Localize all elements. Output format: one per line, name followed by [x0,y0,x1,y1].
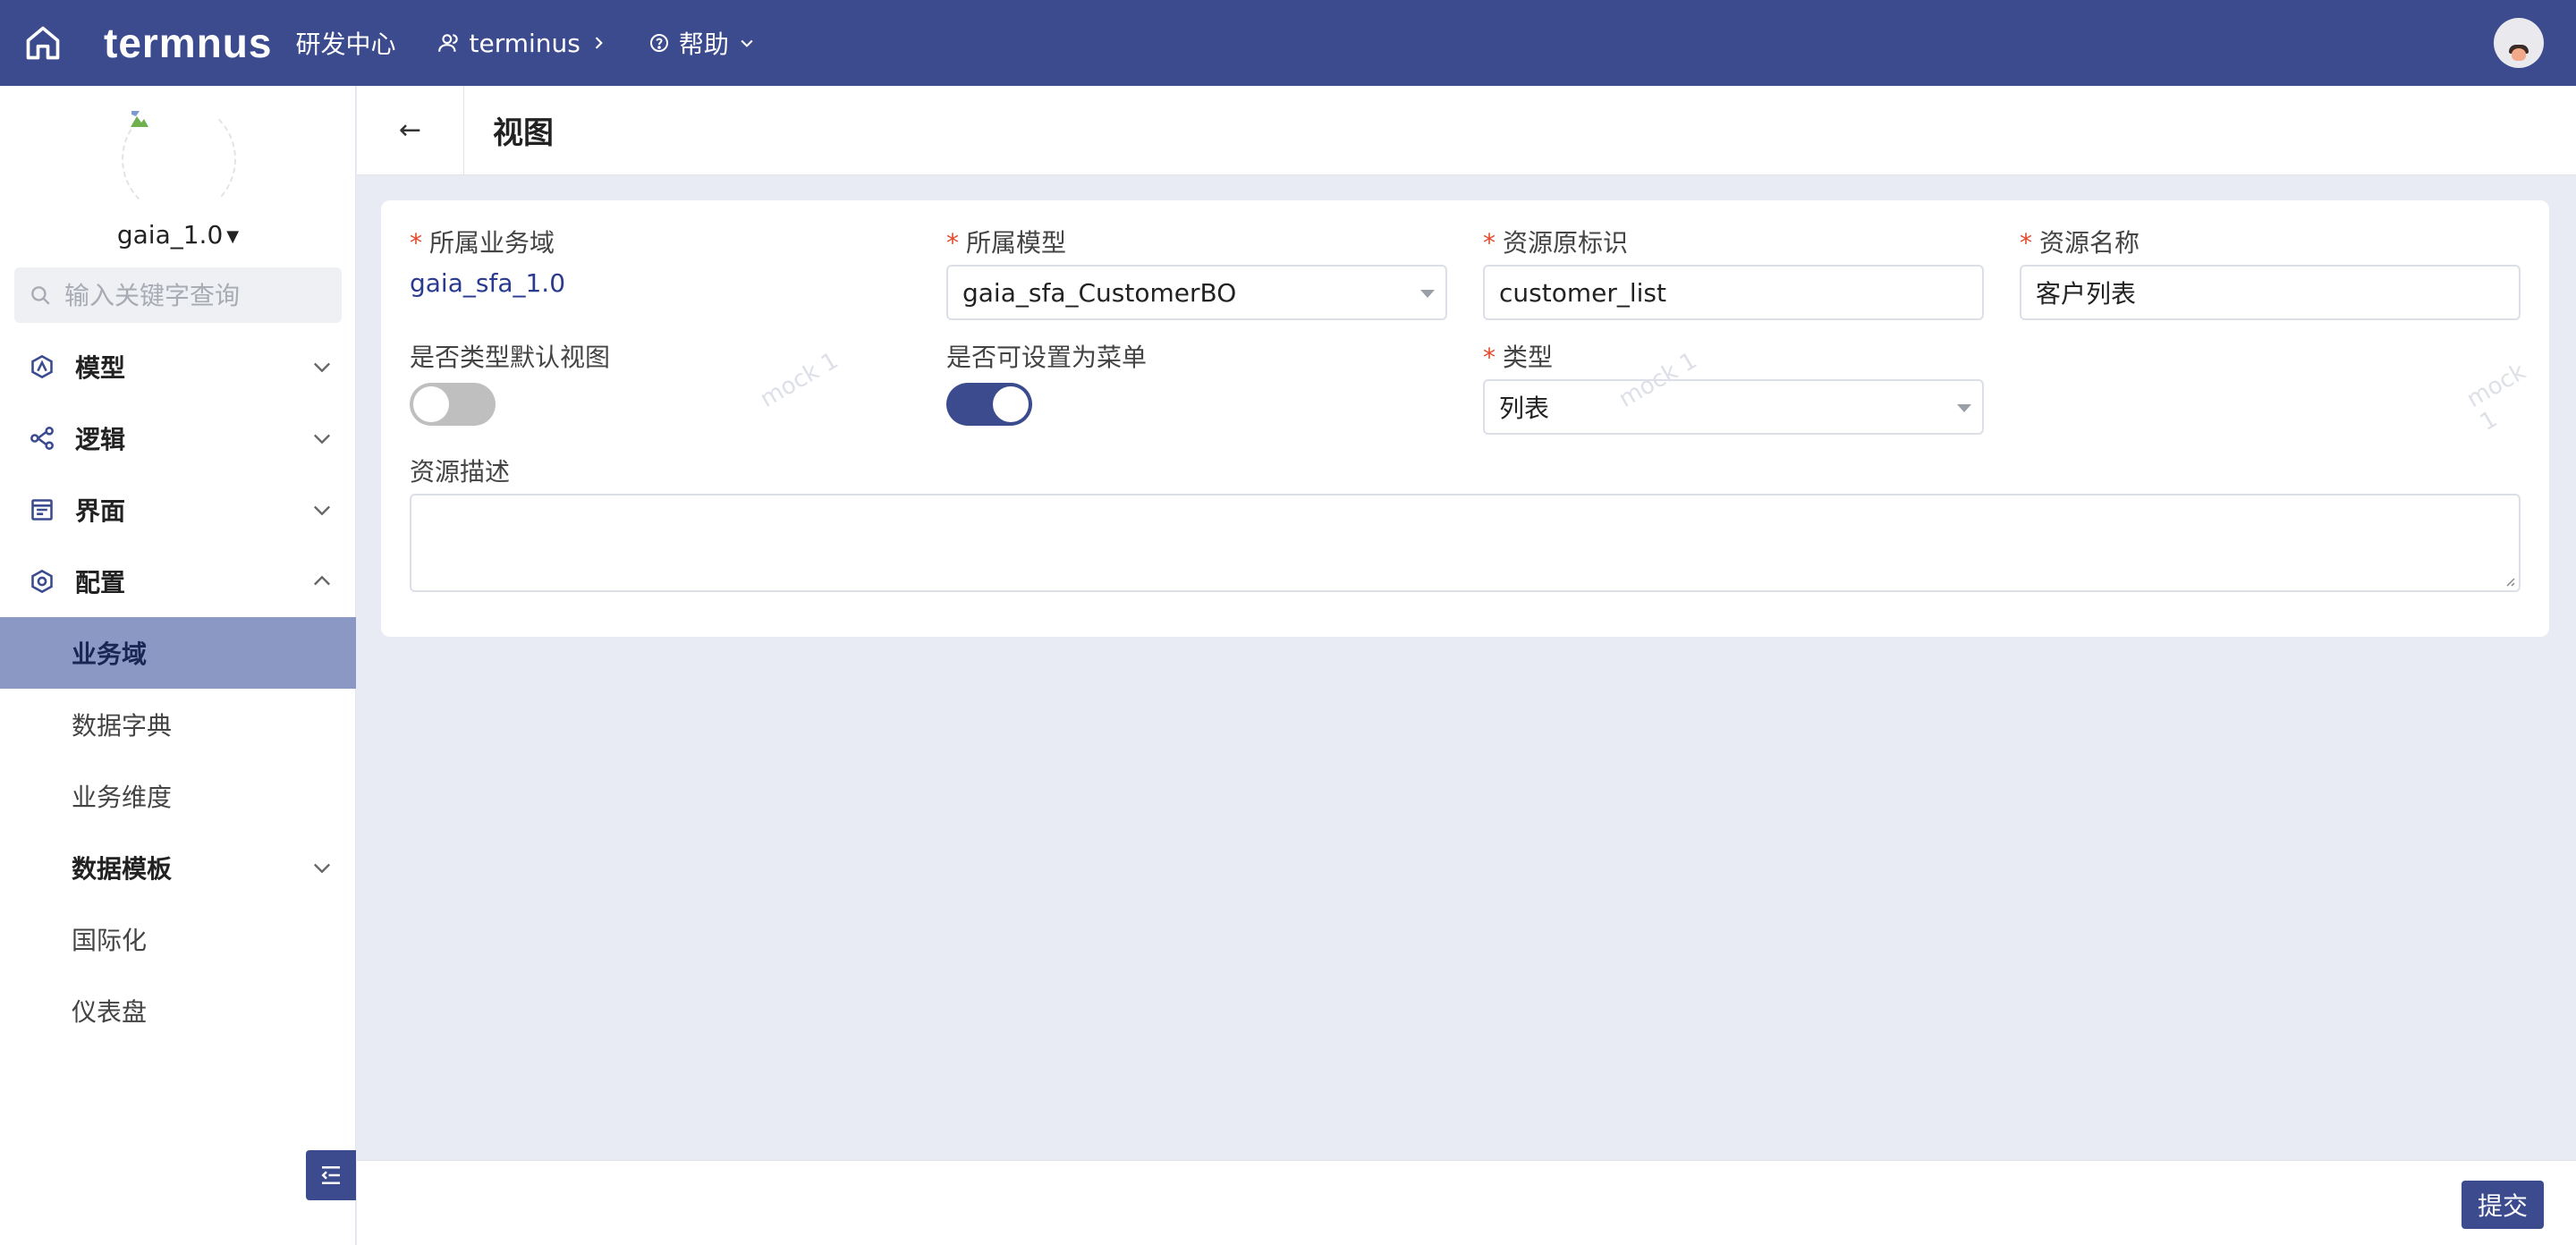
description-label: 资源描述 [410,457,511,487]
sidebar-item-model[interactable]: 模型 [0,331,356,402]
user-group-icon [437,34,458,52]
form-card: * 所属业务域 gaia_sfa_1.0 * 所属模型 gaia_sfa_Custo… [381,200,2549,637]
sidebar-item-i18n[interactable]: 国际化 [0,903,356,975]
top-navigation-bar: termnus 研发中心 terminus 帮助 [0,0,2576,86]
home-icon [26,26,60,60]
sidebar-item-business-dimension[interactable]: 业务维度 [0,760,356,832]
sidebar-item-data-template[interactable]: 数据模板 [0,832,356,903]
sidebar-item-label: 配置 [75,568,126,597]
chevron-up-icon [314,575,330,586]
page-title: 视图 [493,115,554,151]
broken-image-icon [131,111,148,127]
help-label: 帮助 [678,30,729,59]
type-label: * 类型 [1483,343,1554,372]
menu-settable-toggle[interactable] [946,383,1032,426]
chevron-down-icon [314,434,330,445]
chevron-down-icon [314,863,330,874]
logic-flow-icon [29,425,55,452]
model-select[interactable]: gaia_sfa_CustomerBO [946,265,1447,320]
avatar-face [2512,48,2526,61]
brand-logo[interactable]: termnus [104,19,272,67]
page-footer: 提交 [357,1160,2576,1245]
sidebar-item-label: 数据模板 [72,854,173,884]
search-input[interactable] [64,280,333,310]
menu-settable-label: 是否可设置为菜单 [946,343,1148,372]
collapse-sidebar-button[interactable] [306,1150,356,1200]
resource-key-value: customer_list [1499,277,1666,308]
type-select[interactable]: 列表 [1483,379,1984,435]
model-label: * 所属模型 [946,228,1067,258]
app-icon [122,102,236,216]
default-view-toggle[interactable] [410,383,496,426]
resource-key-label: * 资源原标识 [1483,228,1629,258]
dropdown-arrow-icon [1957,404,1971,412]
required-mark: * [2020,228,2032,258]
required-mark: * [410,228,422,258]
model-icon [29,353,55,380]
model-select-value: gaia_sfa_CustomerBO [962,277,1237,308]
resource-name-value: 客户列表 [2036,279,2137,309]
sidebar-item-data-dictionary[interactable]: 数据字典 [0,689,356,760]
default-view-label: 是否类型默认视图 [410,343,611,372]
settings-hex-icon [29,568,55,595]
resource-key-input[interactable]: customer_list [1483,265,1984,320]
help-menu[interactable]: 帮助 [648,25,756,61]
chevron-down-icon [314,362,330,373]
resource-name-label: * 资源名称 [2020,228,2140,258]
sidebar-item-label: 界面 [75,496,126,526]
domain-value[interactable]: gaia_sfa_1.0 [410,268,565,298]
required-mark: * [1483,343,1496,372]
workspace-name: terminus [469,28,580,58]
sidebar: gaia_1.0▼ 模型 逻辑 界面 配置 业务域 数据字典 业务维度 数据 [0,86,356,1245]
watermark: mock 1 [755,347,843,413]
caret-down-icon: ▼ [226,226,240,246]
dev-center-link[interactable]: 研发中心 [295,25,395,61]
sidebar-item-label: 模型 [75,353,126,383]
user-avatar[interactable] [2494,18,2544,68]
sidebar-search[interactable] [14,267,342,323]
sidebar-item-dashboard[interactable]: 仪表盘 [0,975,356,1046]
description-textarea[interactable] [410,494,2521,592]
chevron-down-icon [741,39,753,47]
version-selector[interactable]: gaia_1.0 ▼ [0,220,356,250]
toggle-knob [993,386,1029,422]
sidebar-item-business-domain[interactable]: 业务域 [0,617,356,689]
sidebar-item-logic[interactable]: 逻辑 [0,402,356,474]
resource-name-input[interactable]: 客户列表 [2020,265,2521,320]
help-circle-icon [649,34,668,52]
workspace-switcher[interactable]: terminus [437,29,607,58]
type-select-value: 列表 [1499,394,1550,423]
back-button[interactable]: ← [357,85,464,175]
home-button[interactable] [0,0,86,86]
resize-grip-icon [2506,578,2515,587]
page-header: ← 视图 [357,85,2576,175]
layout-icon [29,496,55,523]
chevron-down-icon [314,505,330,516]
sidebar-item-ui[interactable]: 界面 [0,474,356,546]
chevron-right-icon [595,37,603,49]
version-label: gaia_1.0 [116,220,224,250]
required-mark: * [946,228,959,258]
required-mark: * [1483,228,1496,258]
watermark: mock 1 [2462,358,2531,436]
domain-label: * 所属业务域 [410,228,555,258]
search-icon [31,286,50,305]
sidebar-item-config[interactable]: 配置 [0,546,356,617]
collapse-menu-icon [321,1166,340,1184]
toggle-knob [413,386,449,422]
submit-button[interactable]: 提交 [2462,1181,2544,1229]
sidebar-item-label: 逻辑 [75,425,126,454]
dropdown-arrow-icon [1420,290,1435,298]
